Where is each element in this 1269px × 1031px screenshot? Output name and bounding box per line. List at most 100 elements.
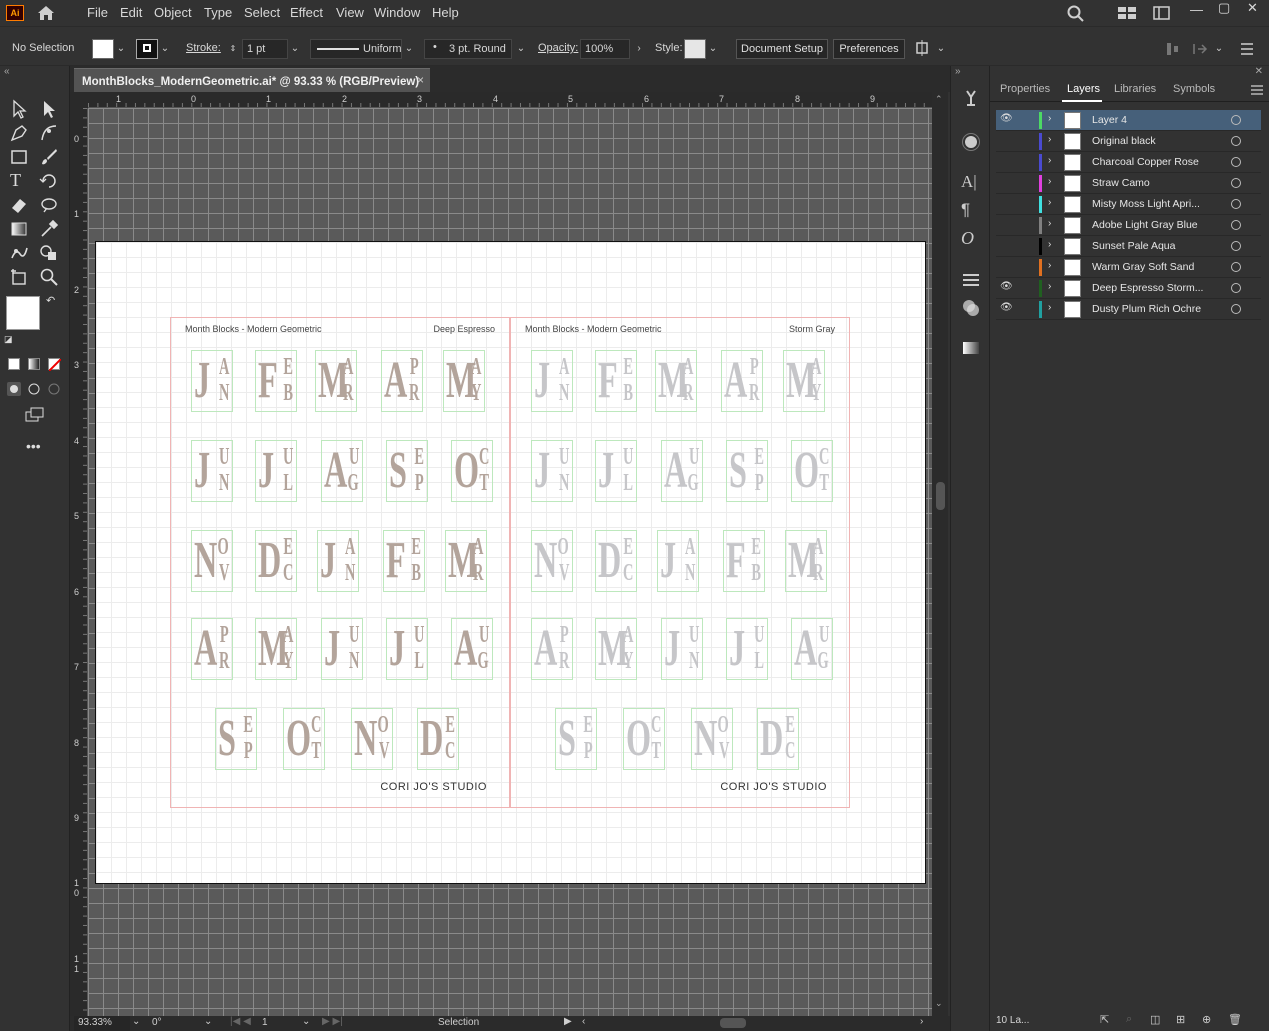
close-window-button[interactable]: ✕ [1247,0,1258,16]
visibility-eye-icon[interactable]: 👁 [1000,302,1014,316]
arrange-documents-icon[interactable] [1117,4,1137,22]
chevron-down-icon[interactable]: ⌄ [132,1016,140,1027]
curvature-tool-icon[interactable] [38,122,60,144]
tab-layers[interactable]: Layers [1067,83,1100,95]
month-block[interactable]: JUN [531,440,573,502]
scroll-right-icon[interactable]: › [920,1016,923,1027]
vertical-scrollbar[interactable]: ⌃ ⌄ [932,92,948,1016]
menu-window[interactable]: Window [374,5,420,20]
month-block[interactable]: APR [531,618,573,680]
month-block[interactable]: OCT [451,440,493,502]
month-block[interactable]: MAY [595,618,637,680]
style-swatch[interactable] [684,39,706,59]
expand-arrow-icon[interactable]: › [1048,155,1051,166]
canvas[interactable]: Month Blocks - Modern Geometric Deep Esp… [88,108,932,1016]
month-block[interactable]: NOV [191,530,233,592]
document-setup-button[interactable]: Document Setup [736,39,828,59]
brush-select[interactable]: • 3 pt. Round [424,39,512,59]
scroll-down-icon[interactable]: ⌄ [935,998,943,1009]
rotation-field[interactable]: 0° [148,1016,202,1031]
visibility-eye-icon[interactable] [1000,260,1014,274]
artboard[interactable]: Month Blocks - Modern Geometric Deep Esp… [95,241,926,884]
selection-tool-icon[interactable] [8,98,30,120]
menu-select[interactable]: Select [244,5,280,20]
chevron-down-icon[interactable]: ⌄ [288,39,302,59]
default-colors-icon[interactable]: ◪ [4,334,13,345]
status-menu-icon[interactable]: ▶ [564,1016,572,1027]
arrange-icon[interactable] [914,40,934,58]
month-block[interactable]: JUL [595,440,637,502]
target-circle-icon[interactable] [1231,115,1241,125]
transparency-icon[interactable] [961,298,981,318]
layer-name[interactable]: Warm Gray Soft Sand [1092,261,1232,273]
month-block[interactable]: MAR [785,530,827,592]
gradient-mode-icon[interactable] [28,358,40,370]
chevron-down-icon[interactable]: ⌄ [1212,39,1226,59]
artboard-field[interactable]: 1 [258,1016,302,1031]
expand-arrow-icon[interactable]: › [1048,218,1051,229]
type-tool-icon[interactable]: T [10,170,32,192]
expand-arrow-icon[interactable]: › [1048,113,1051,124]
scroll-up-icon[interactable]: ⌃ [935,94,943,105]
document-tab[interactable]: MonthBlocks_ModernGeometric.ai* @ 93.33 … [74,68,430,92]
month-block[interactable]: JUL [386,618,428,680]
layer-name[interactable]: Sunset Pale Aqua [1092,240,1232,252]
menu-icon[interactable] [1238,40,1256,58]
warp-tool-icon[interactable] [38,194,60,216]
month-block[interactable]: AUG [451,618,493,680]
month-block[interactable]: OCT [283,708,325,770]
collapse-icon[interactable]: « [4,66,10,77]
menu-view[interactable]: View [336,5,364,20]
expand-arrow-icon[interactable]: › [1048,302,1051,313]
paintbrush-tool-icon[interactable] [38,146,60,168]
layer-row[interactable]: 👁 › Dusty Plum Rich Ochre [996,299,1261,320]
month-block[interactable]: AUG [661,440,703,502]
chevron-down-icon[interactable]: ⌄ [402,39,416,59]
layer-name[interactable]: Layer 4 [1092,114,1232,126]
opacity-label[interactable]: Opacity: [538,42,578,54]
zoom-tool-icon[interactable] [38,266,60,288]
stroke-stepper[interactable]: ⇕ [226,39,240,59]
menu-type[interactable]: Type [204,5,232,20]
month-block[interactable]: JAN [657,530,699,592]
stroke-label[interactable]: Stroke: [186,42,221,54]
layer-row[interactable]: 👁 › Layer 4 [996,110,1261,131]
visibility-eye-icon[interactable] [1000,239,1014,253]
opacity-field[interactable]: 100% [580,39,630,59]
target-circle-icon[interactable] [1231,241,1241,251]
month-block[interactable]: NOV [531,530,573,592]
tab-symbols[interactable]: Symbols [1173,83,1215,95]
opentype-icon[interactable]: O [961,228,981,248]
visibility-eye-icon[interactable] [1000,218,1014,232]
month-block[interactable]: APR [381,350,423,412]
pen-tool-icon[interactable] [8,122,30,144]
gradient-tool-icon[interactable] [8,218,30,240]
month-block[interactable]: OCT [623,708,665,770]
month-block[interactable]: SEP [726,440,768,502]
layer-row[interactable]: 👁 › Deep Espresso Storm... [996,278,1261,299]
layer-name[interactable]: Straw Camo [1092,177,1232,189]
eraser-tool-icon[interactable] [8,194,30,216]
vertical-ruler[interactable]: 0 1 2 3 4 5 6 7 8 9 1 0 1 1 [70,108,88,1016]
expand-arrow-icon[interactable]: › [1048,176,1051,187]
month-block[interactable]: DEC [757,708,799,770]
stroke-profile-select[interactable]: Uniform [310,39,402,59]
month-block[interactable]: FEB [255,350,297,412]
month-block[interactable]: SEP [386,440,428,502]
month-block[interactable]: MAY [443,350,485,412]
chevron-down-icon[interactable]: ⌄ [706,39,720,59]
layer-row[interactable]: › Warm Gray Soft Sand [996,257,1261,278]
menu-object[interactable]: Object [154,5,192,20]
none-mode-icon[interactable] [48,358,61,371]
fill-color-swatch[interactable] [6,296,40,330]
panel-menu-icon[interactable] [1250,84,1264,96]
layer-name[interactable]: Dusty Plum Rich Ochre [1092,303,1232,315]
puppet-warp-tool-icon[interactable] [8,242,30,264]
stroke-swatch[interactable] [136,39,158,59]
tab-libraries[interactable]: Libraries [1114,83,1156,95]
month-block[interactable]: MAR [445,530,487,592]
layer-name[interactable]: Misty Moss Light Apri... [1092,198,1232,210]
month-block[interactable]: DEC [255,530,297,592]
month-block[interactable]: FEB [723,530,765,592]
month-block[interactable]: SEP [555,708,597,770]
